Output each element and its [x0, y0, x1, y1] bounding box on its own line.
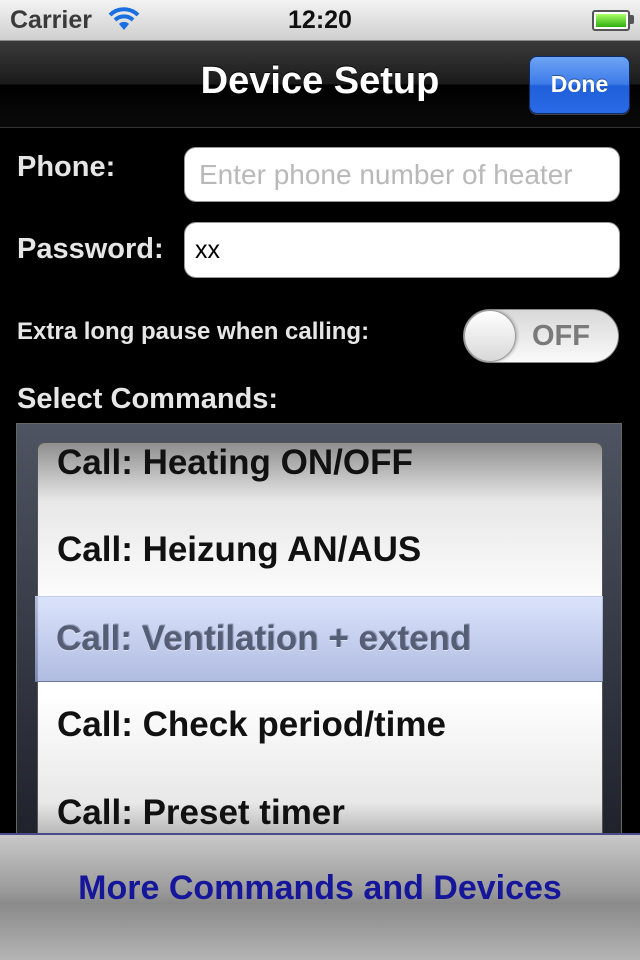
picker-item[interactable]: Call: Heating ON/OFF	[38, 443, 602, 507]
picker-wheel[interactable]: Call: Heating ON/OFF Call: Heizung AN/AU…	[37, 442, 603, 837]
done-button[interactable]: Done	[529, 56, 630, 114]
status-bar: Carrier 12:20	[0, 0, 640, 41]
picker-item[interactable]: Call: Preset timer	[38, 769, 602, 837]
password-field[interactable]: xx	[184, 222, 620, 278]
phone-field[interactable]: Enter phone number of heater	[184, 147, 620, 202]
commands-label: Select Commands:	[17, 383, 279, 415]
picker-item[interactable]: Call: Ventilation + extend	[38, 594, 602, 682]
pause-label: Extra long pause when calling:	[17, 318, 370, 345]
navigation-bar: Device Setup Done	[0, 41, 640, 128]
more-commands-button[interactable]: More Commands and Devices	[0, 869, 640, 908]
battery-icon	[592, 10, 630, 31]
pause-toggle[interactable]: OFF	[463, 309, 619, 363]
password-label: Password:	[17, 233, 164, 265]
phone-label: Phone:	[17, 151, 116, 183]
bottom-toolbar: More Commands and Devices	[0, 833, 640, 960]
toggle-state: OFF	[532, 320, 590, 352]
status-time: 12:20	[288, 6, 352, 34]
battery-tip	[630, 15, 634, 24]
picker-item[interactable]: Call: Heizung AN/AUS	[38, 506, 602, 594]
toggle-knob[interactable]	[464, 310, 516, 362]
command-picker[interactable]: Call: Heating ON/OFF Call: Heizung AN/AU…	[16, 423, 622, 838]
picker-item[interactable]: Call: Check period/time	[38, 681, 602, 769]
